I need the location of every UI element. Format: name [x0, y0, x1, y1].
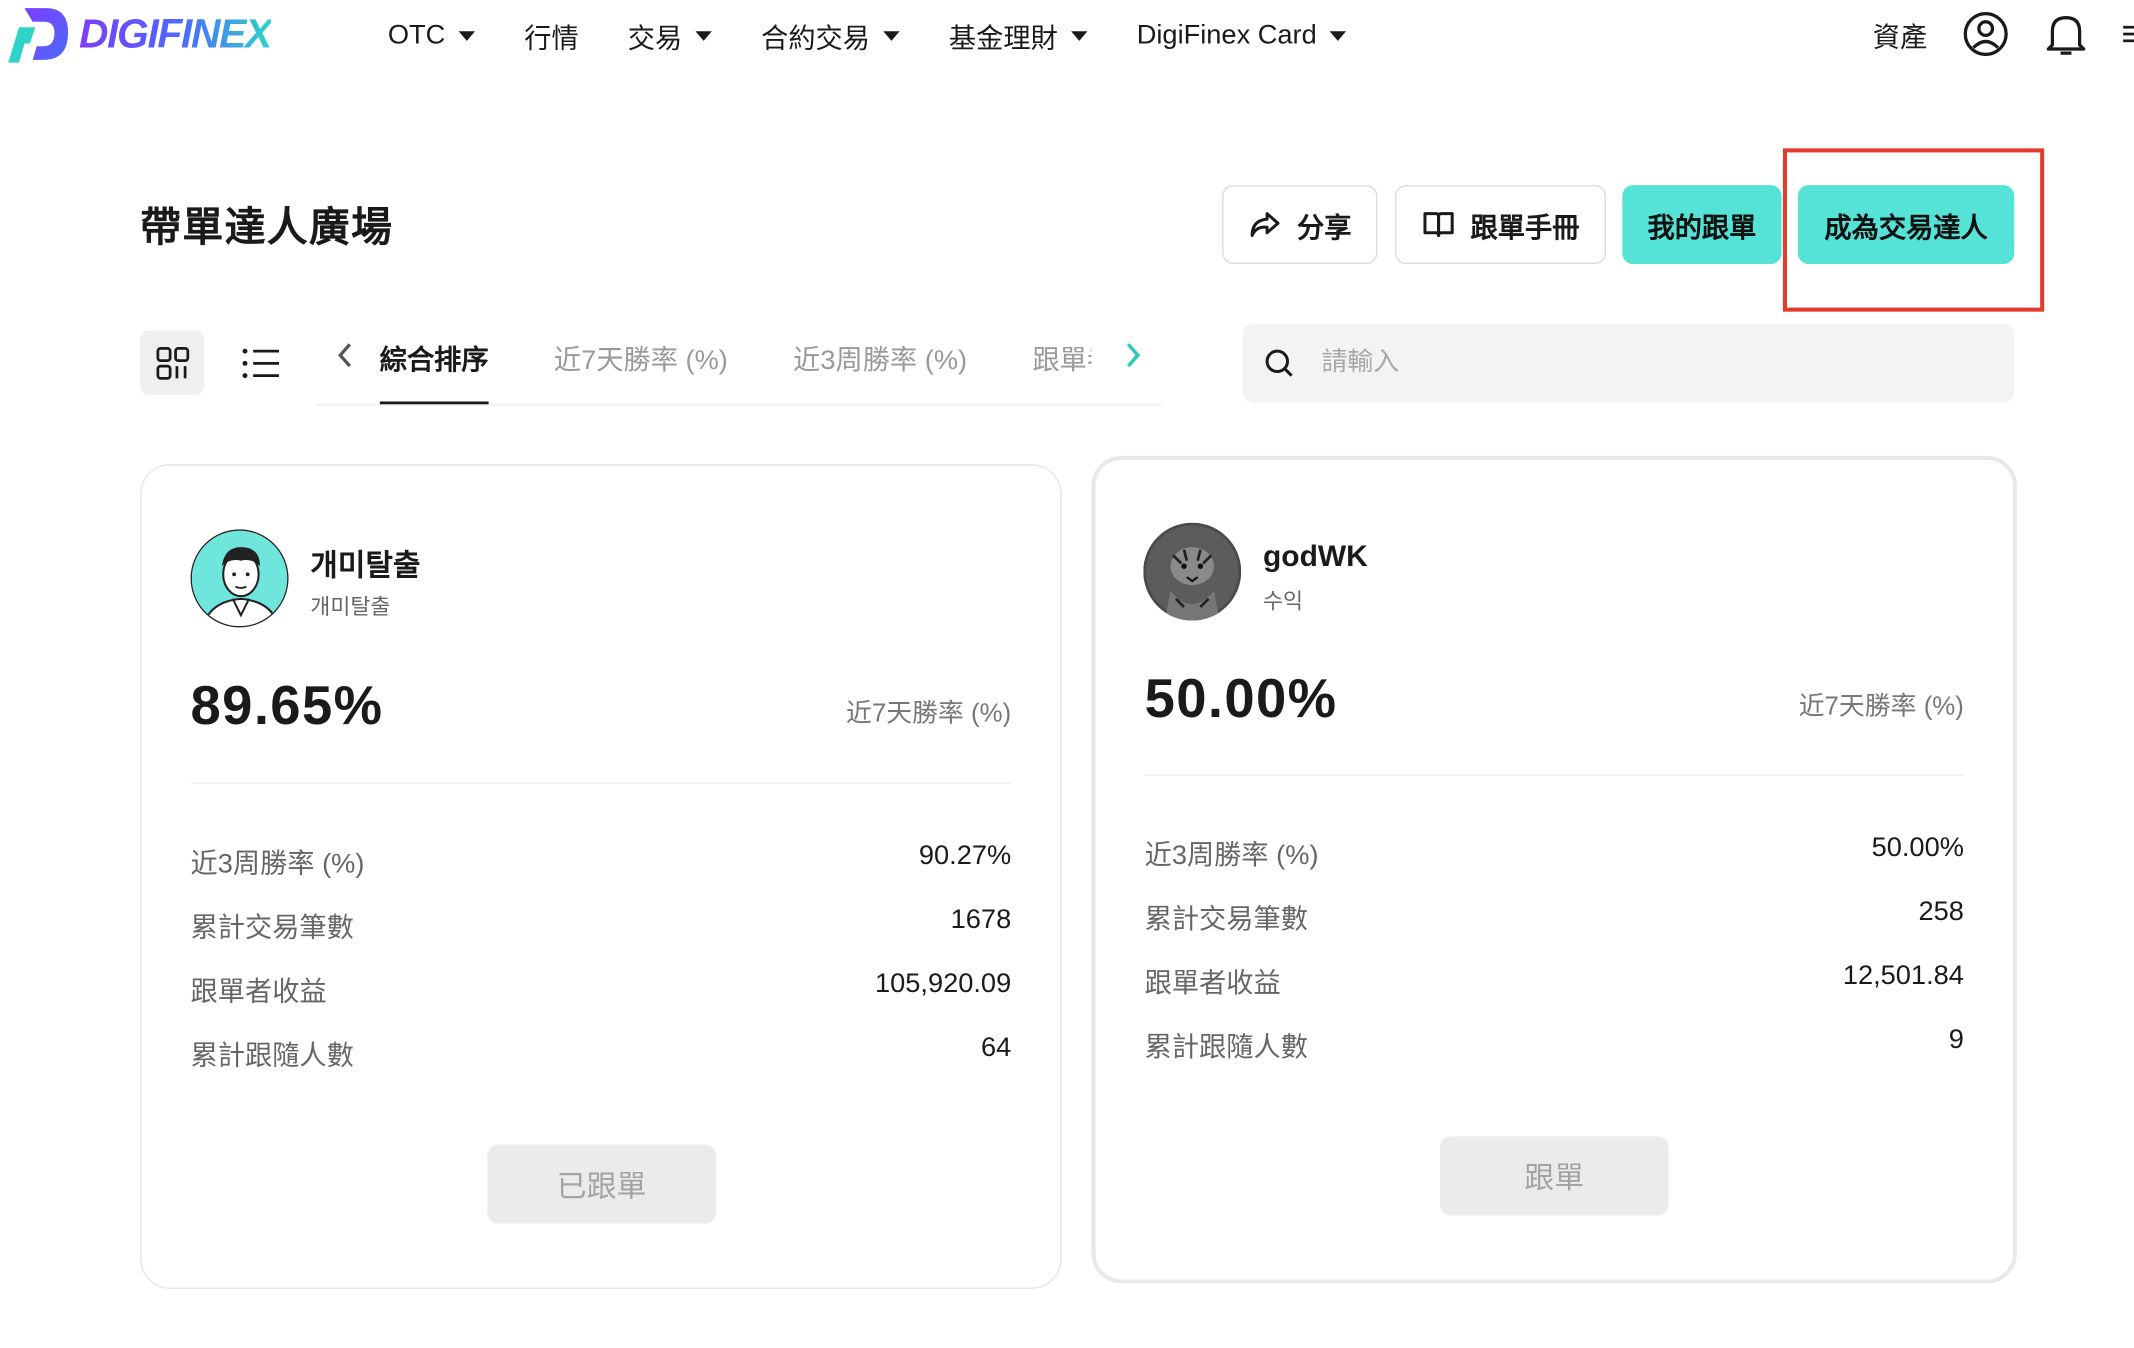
caret-down-icon	[458, 30, 476, 41]
grid-icon	[155, 346, 189, 380]
stat-label: 跟單者收益	[190, 977, 327, 1008]
stat-row: 近3周勝率 (%) 90.27%	[191, 841, 1012, 880]
nav-item-otc[interactable]: OTC	[387, 19, 476, 51]
menu-icon[interactable]	[2123, 20, 2134, 47]
my-follows-label: 我的跟單	[1647, 212, 1757, 243]
trader-name[interactable]: godWK	[1263, 539, 1368, 574]
manual-button[interactable]: 跟單手冊	[1395, 185, 1606, 265]
nav-item-market[interactable]: 行情	[524, 16, 578, 55]
stat-value: 9	[1948, 1024, 1964, 1055]
stat-label: 近3周勝率 (%)	[1144, 841, 1319, 872]
trader-card[interactable]: 개미탈출 개미탈출 89.65% 近7天勝率 (%) 近3周勝率 (%) 90.…	[140, 464, 1062, 1289]
my-follows-button[interactable]: 我的跟單	[1622, 185, 1782, 265]
brand-logo[interactable]: DIGIFINEX	[5, 5, 272, 65]
trader-card[interactable]: godWK 수익 50.00% 近7天勝率 (%) 近3周勝率 (%) 50.0…	[1091, 455, 2018, 1284]
logo-mark-icon	[8, 8, 69, 63]
caret-down-icon	[1071, 30, 1088, 41]
stat-row: 累計交易筆數 1678	[191, 905, 1012, 944]
nav-assets-link[interactable]: 資產	[1873, 14, 1927, 53]
win-rate-7d-value: 50.00%	[1144, 669, 1338, 730]
chevron-right-icon[interactable]	[1124, 340, 1143, 377]
share-button[interactable]: 分享	[1222, 185, 1378, 265]
nav-item-futures[interactable]: 合約交易	[761, 16, 900, 55]
stat-value: 64	[980, 1032, 1012, 1063]
stat-label: 累計跟隨人數	[1144, 1032, 1308, 1063]
follow-button[interactable]: 跟單	[1439, 1136, 1669, 1216]
trader-subtitle: 개미탈출	[310, 596, 391, 620]
nav-item-label: OTC	[387, 19, 446, 50]
user-icon[interactable]	[1963, 11, 2009, 57]
main-menu: OTC 行情 交易 合約交易 基金理財 DigiFinex Card	[388, 14, 1396, 58]
become-trader-button[interactable]: 成為交易達人	[1797, 185, 2015, 265]
win-rate-7d-label: 近7天勝率 (%)	[845, 699, 1012, 729]
stat-row: 累計跟隨人數 9	[1145, 1025, 1964, 1064]
sort-tabs: 綜合排序 近7天勝率 (%) 近3周勝率 (%) 跟單者收益	[315, 316, 1163, 406]
list-icon	[241, 348, 279, 378]
nav-item-trade[interactable]: 交易	[627, 16, 713, 55]
stat-value: 90.27%	[918, 841, 1012, 872]
stat-label: 累計交易筆數	[190, 913, 354, 944]
tab-follower-profit[interactable]: 跟單者收益	[1032, 316, 1091, 404]
nav-item-label: 行情	[524, 23, 579, 54]
nav-item-label: 交易	[627, 23, 683, 54]
tab-list: 綜合排序 近7天勝率 (%) 近3周勝率 (%) 跟單者收益	[379, 316, 1092, 405]
share-icon	[1250, 212, 1280, 237]
card-divider	[190, 782, 1012, 784]
followed-button[interactable]: 已跟單	[487, 1144, 716, 1224]
stat-row: 近3周勝率 (%) 50.00%	[1145, 833, 1964, 872]
stat-label: 跟單者收益	[1144, 969, 1281, 999]
book-icon	[1422, 212, 1454, 237]
stat-value: 1678	[950, 905, 1012, 936]
win-rate-7d-label: 近7天勝率 (%)	[1798, 692, 1964, 722]
caret-down-icon	[695, 30, 713, 41]
search-box	[1242, 323, 2015, 403]
tab-win-rate-7d[interactable]: 近7天勝率 (%)	[554, 316, 728, 404]
stat-row: 跟單者收益 12,501.84	[1145, 961, 1964, 1000]
stat-label: 近3周勝率 (%)	[190, 849, 365, 880]
search-icon	[1265, 349, 1293, 377]
cartoon-avatar-icon	[191, 530, 288, 627]
stat-row: 跟單者收益 105,920.09	[191, 969, 1012, 1008]
stat-value: 50.00%	[1871, 832, 1964, 863]
win-rate-7d-value: 89.65%	[190, 676, 384, 737]
stat-row: 累計交易筆數 258	[1145, 897, 1964, 936]
nav-item-funds[interactable]: 基金理財	[949, 16, 1088, 55]
tab-win-rate-3w[interactable]: 近3周勝率 (%)	[793, 316, 967, 404]
bell-icon[interactable]	[2044, 11, 2088, 57]
list-view-button[interactable]	[229, 331, 293, 395]
nav-item-label: DigiFinex Card	[1136, 19, 1317, 50]
caret-down-icon	[883, 30, 900, 41]
chevron-left-icon[interactable]	[335, 340, 354, 377]
trader-subtitle: 수익	[1263, 590, 1304, 614]
trader-name[interactable]: 개미탈출	[310, 542, 420, 586]
page-title: 帶單達人廣場	[140, 205, 394, 251]
avatar[interactable]	[1143, 522, 1242, 621]
nav-item-label: 合約交易	[761, 23, 870, 54]
top-nav: DIGIFINEX OTC 行情 交易 合約交易 基金理財 DigiFinex …	[0, 0, 2134, 71]
page-stage: DIGIFINEX OTC 行情 交易 合約交易 基金理財 DigiFinex …	[0, 0, 2134, 1347]
stat-label: 累計交易筆數	[1144, 905, 1308, 936]
tiger-avatar-icon	[1143, 522, 1242, 621]
search-input[interactable]	[1318, 347, 1978, 380]
stat-value: 12,501.84	[1842, 960, 1964, 991]
become-trader-label: 成為交易達人	[1824, 212, 1988, 243]
caret-down-icon	[1330, 30, 1347, 41]
avatar[interactable]	[190, 529, 289, 628]
stat-value: 258	[1918, 896, 1964, 927]
nav-right: 資產	[1873, 11, 2134, 57]
manual-label: 跟單手冊	[1470, 212, 1580, 243]
tab-overall[interactable]: 綜合排序	[379, 316, 489, 405]
stat-row: 累計跟隨人數 64	[191, 1033, 1012, 1072]
stat-label: 累計跟隨人數	[190, 1041, 354, 1072]
card-divider	[1144, 774, 1964, 776]
logo-wordmark: DIGIFINEX	[78, 12, 272, 58]
nav-item-label: 基金理財	[948, 23, 1058, 54]
stat-value: 105,920.09	[874, 969, 1012, 999]
view-toggle	[140, 330, 293, 395]
nav-item-card[interactable]: DigiFinex Card	[1137, 20, 1347, 51]
share-label: 分享	[1297, 212, 1352, 243]
grid-view-button[interactable]	[140, 330, 205, 395]
